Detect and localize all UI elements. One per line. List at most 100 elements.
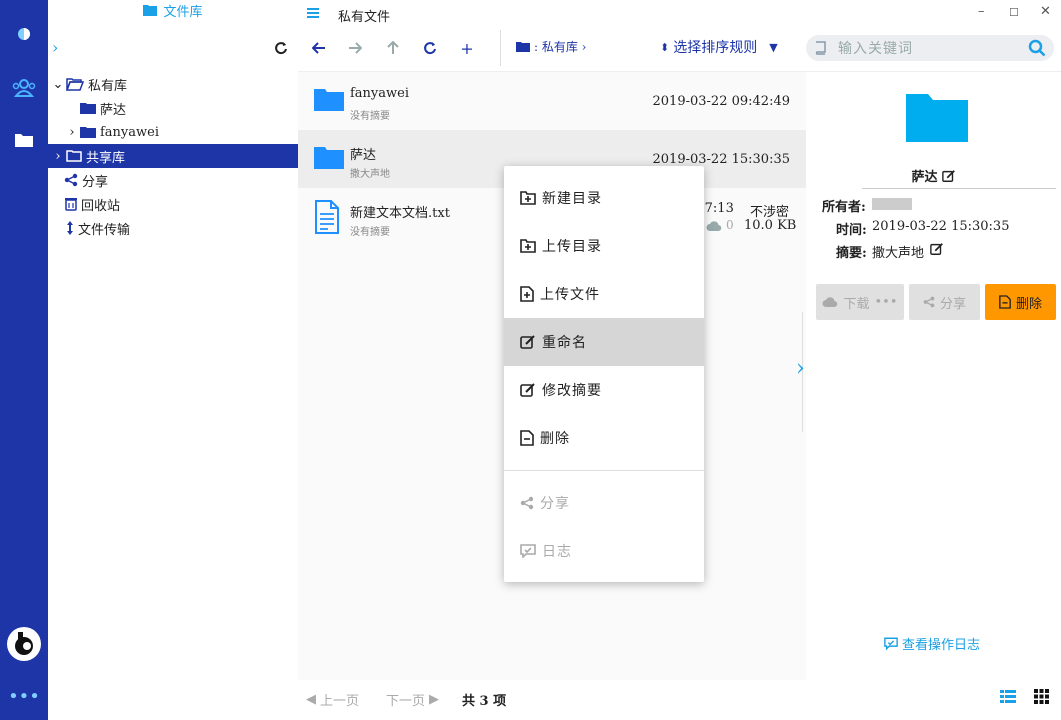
file-name: 萨达 <box>350 148 377 163</box>
search-box[interactable]: 输入关键词 <box>806 35 1054 61</box>
grid-view-icon[interactable] <box>1034 689 1049 704</box>
forward-arrow-icon[interactable] <box>344 38 366 58</box>
share-icon <box>64 173 78 187</box>
folder-icon <box>314 89 344 111</box>
file-summary: 撒大声地 <box>350 169 390 180</box>
folder-icon <box>516 42 530 52</box>
chevron-right-icon[interactable]: › <box>66 125 78 140</box>
transfer-icon <box>67 221 73 235</box>
users-icon[interactable] <box>0 78 48 98</box>
menu-item-delete[interactable]: 删除 <box>504 414 704 462</box>
minimize-button[interactable]: – <box>978 4 985 19</box>
folder-icon <box>906 94 968 142</box>
search-icon[interactable] <box>1028 39 1046 57</box>
menu-item-label: 删除 <box>540 431 570 447</box>
folder-icon <box>314 147 344 169</box>
sort-select[interactable]: ⬍ 选择排序规则 ▼ <box>660 37 778 57</box>
tree-item-transfer[interactable]: 文件传输 <box>48 216 298 240</box>
chevron-right-icon[interactable]: › <box>52 149 64 164</box>
menu-item-share[interactable]: 分享 <box>504 479 704 527</box>
breadcrumb[interactable]: : 私有库 › <box>516 38 586 55</box>
cloud-download-icon <box>706 221 722 232</box>
breadcrumb-text[interactable]: : 私有库 › <box>534 38 586 55</box>
trash-icon <box>65 198 77 211</box>
folder-plus-icon <box>520 191 536 205</box>
menu-divider <box>504 470 704 471</box>
detail-name: 萨达 <box>911 170 938 185</box>
next-page-button[interactable]: 下一页 ▶ <box>386 690 439 709</box>
library-tree: 文件库 › ⌄ 私有库 萨达 › fanyawei › 共享库 分享 回收站 文… <box>48 0 298 720</box>
delete-label: 删除 <box>1015 296 1042 312</box>
tree-item-private[interactable]: ⌄ 私有库 <box>48 72 298 96</box>
plus-icon[interactable]: + <box>456 38 478 58</box>
file-date: 2019-03-22 09:42:49 <box>652 94 790 109</box>
prev-page-button[interactable]: ◀ 上一页 <box>306 690 359 709</box>
more-icon[interactable]: ••• <box>0 686 48 707</box>
toolbar-divider <box>500 30 501 66</box>
file-minus-icon <box>520 430 534 446</box>
view-log-link[interactable]: 查看操作日志 <box>884 634 980 653</box>
document-icon <box>315 200 339 234</box>
tree-item-label: 回收站 <box>81 198 121 214</box>
folder-icon <box>80 103 96 114</box>
share-button[interactable]: 分享 <box>909 284 980 320</box>
refresh-icon[interactable] <box>419 38 441 58</box>
summary-value: 撒大声地 <box>872 246 925 261</box>
delete-button[interactable]: 删除 <box>985 284 1056 320</box>
window-title: 私有文件 <box>338 10 391 25</box>
refresh-icon[interactable] <box>274 41 288 55</box>
tree-item-sada[interactable]: 萨达 <box>48 96 298 120</box>
back-arrow-icon[interactable] <box>308 38 330 58</box>
download-button[interactable]: 下载 ••• <box>816 284 904 320</box>
tree-item-shared[interactable]: › 共享库 <box>48 144 298 168</box>
close-button[interactable]: ✕ <box>1040 4 1051 19</box>
cloud-download-icon <box>822 297 838 308</box>
time-label: 时间: <box>836 223 867 238</box>
folder-icon <box>66 150 82 162</box>
file-row[interactable]: fanyawei 没有摘要 2019-03-22 09:42:49 <box>298 72 806 130</box>
menu-item-rename[interactable]: 重命名 <box>504 318 704 366</box>
expand-icon[interactable]: › <box>52 38 58 57</box>
tree-item-recycle[interactable]: 回收站 <box>48 192 298 216</box>
tree-item-label: 分享 <box>82 174 109 190</box>
menu-item-label: 上传文件 <box>540 287 600 303</box>
menu-item-upload-file[interactable]: 上传文件 <box>504 270 704 318</box>
edit-icon <box>520 383 535 397</box>
caret-down-icon: ▼ <box>769 40 778 54</box>
edit-icon[interactable] <box>941 169 956 183</box>
collapse-panel-icon[interactable]: › <box>796 356 805 381</box>
arrow-right-icon: ▶ <box>429 692 440 707</box>
up-arrow-icon[interactable] <box>382 38 404 58</box>
detail-name-row: 萨达 <box>806 166 1061 185</box>
folder-icon[interactable] <box>0 130 48 150</box>
menu-item-new-folder[interactable]: 新建目录 <box>504 174 704 222</box>
total-count: 共 3 项 <box>462 694 507 709</box>
context-menu: 新建目录 上传目录 上传文件 重命名 修改摘要 删除 分享 日志 <box>504 166 704 582</box>
owner-label: 所有者: <box>822 200 866 215</box>
menu-item-label: 新建目录 <box>542 191 602 207</box>
menu-item-upload-folder[interactable]: 上传目录 <box>504 222 704 270</box>
tree-item-fanyawei[interactable]: › fanyawei <box>48 120 298 144</box>
menu-item-log[interactable]: 日志 <box>504 527 704 575</box>
menu-item-label: 修改摘要 <box>542 383 602 399</box>
file-date: 2019-03-22 15:30:35 <box>652 152 790 167</box>
tree-item-label: fanyawei <box>100 124 160 140</box>
folder-open-icon <box>66 77 84 91</box>
maximize-button[interactable]: ☐ <box>1009 6 1019 19</box>
menu-item-label: 日志 <box>542 544 572 560</box>
chevron-down-icon[interactable]: ⌄ <box>52 77 64 92</box>
edit-icon[interactable] <box>930 242 944 256</box>
tree-item-share[interactable]: 分享 <box>48 168 298 192</box>
pagination-bar: ◀ 上一页 下一页 ▶ 共 3 项 <box>298 680 1061 720</box>
tree-title: 文件库 <box>163 4 203 20</box>
menu-icon[interactable] <box>306 6 320 20</box>
menu-item-edit-summary[interactable]: 修改摘要 <box>504 366 704 414</box>
owner-value-redacted <box>872 198 912 210</box>
list-view-icon[interactable] <box>1000 690 1016 704</box>
search-input[interactable]: 输入关键词 <box>838 38 913 58</box>
file-plus-icon <box>520 286 534 302</box>
detail-divider <box>862 188 1056 189</box>
sort-label: 选择排序规则 <box>673 40 758 56</box>
time-value: 2019-03-22 15:30:35 <box>872 219 1010 234</box>
menu-item-label: 分享 <box>540 496 570 512</box>
